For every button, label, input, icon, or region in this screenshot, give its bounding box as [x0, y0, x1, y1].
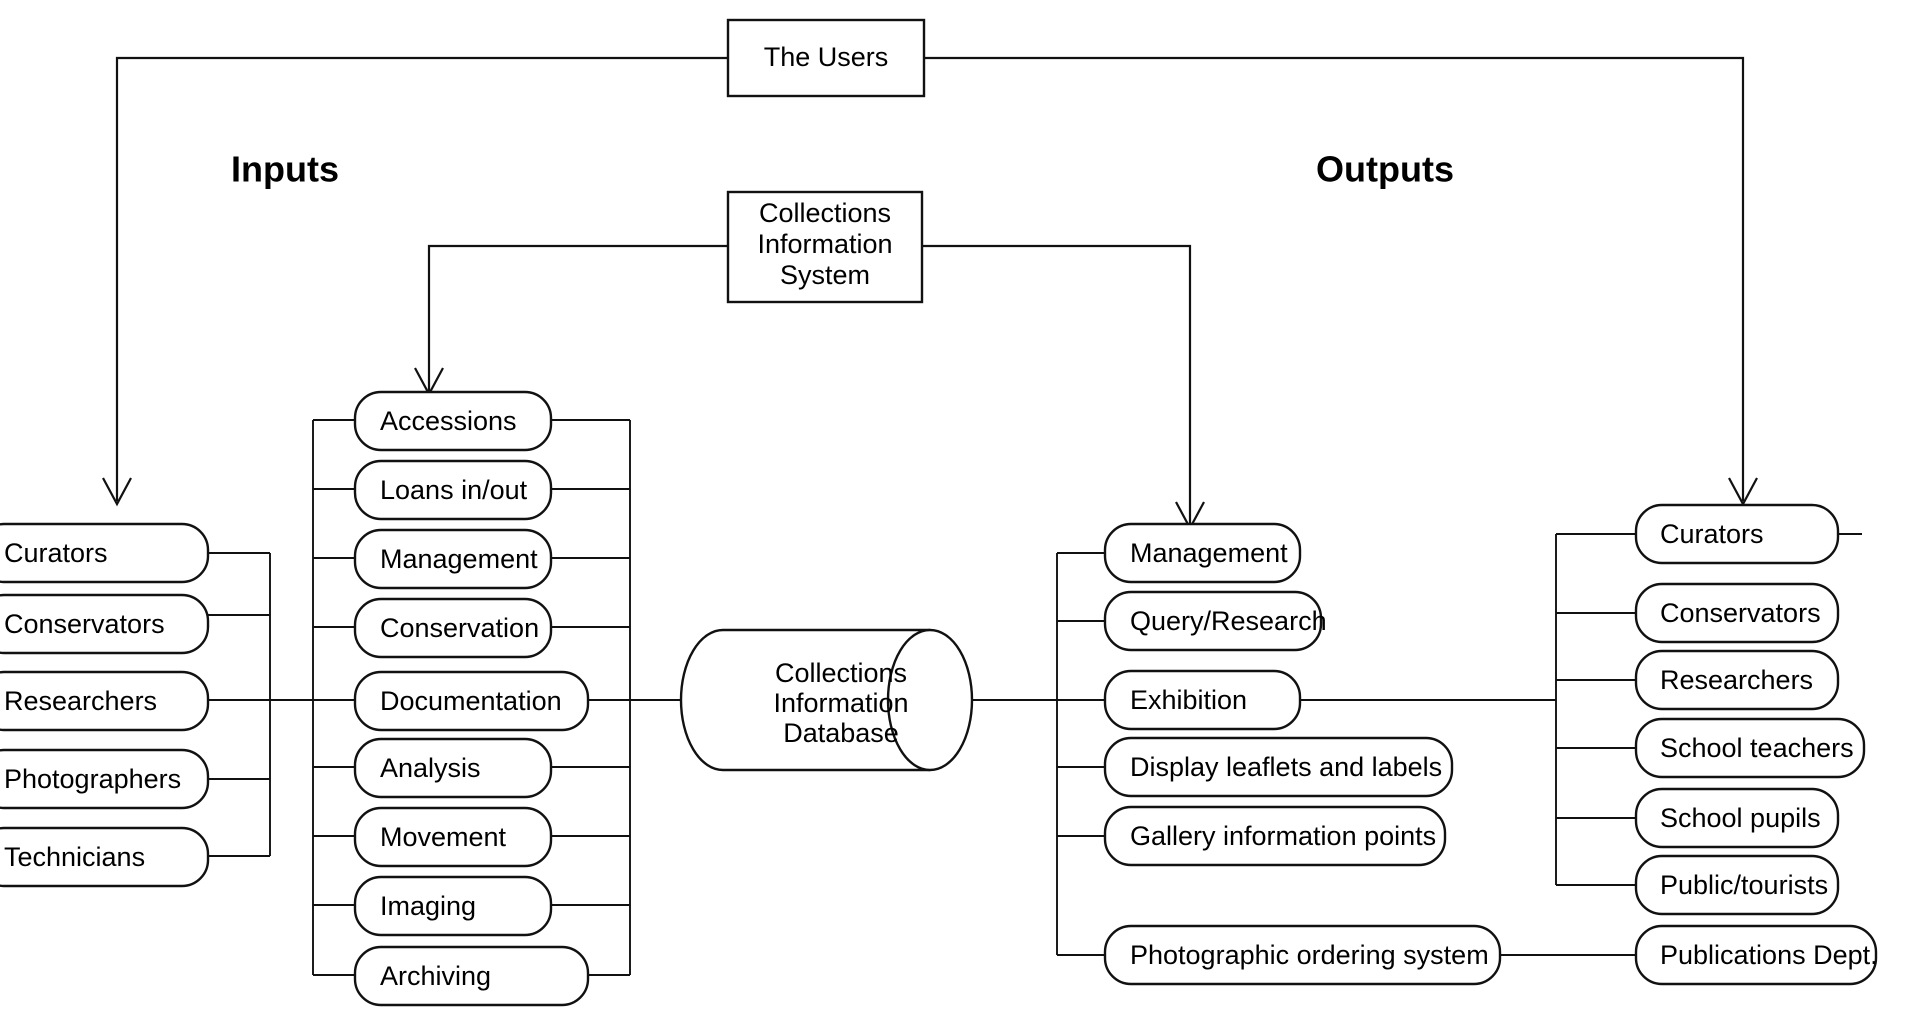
node-output-user[interactable]: Researchers: [1634, 649, 1840, 711]
heading-inputs: Inputs: [231, 149, 339, 190]
node-input-function-label: Analysis: [380, 753, 481, 783]
node-output-function[interactable]: Display leaflets and labels: [1103, 736, 1454, 798]
node-output-user-label: Conservators: [1660, 598, 1821, 628]
node-output-user-label: Curators: [1660, 519, 1764, 549]
node-output-user-label: School teachers: [1660, 733, 1854, 763]
node-system-line3: System: [780, 260, 870, 290]
node-output-user[interactable]: Public/tourists: [1634, 854, 1840, 916]
node-output-function[interactable]: Photographic ordering system: [1103, 924, 1502, 986]
node-output-function[interactable]: Exhibition: [1103, 669, 1302, 731]
node-database-line1: Collections: [775, 658, 907, 688]
node-input-function-label: Loans in/out: [380, 475, 528, 505]
node-input-function[interactable]: Loans in/out: [353, 459, 553, 521]
node-output-function[interactable]: Gallery information points: [1103, 805, 1447, 867]
node-the-users-label: The Users: [764, 42, 889, 72]
node-database-line2: Information: [773, 688, 908, 718]
node-input-function-label: Imaging: [380, 891, 476, 921]
node-output-user[interactable]: Publications Dept.: [1634, 924, 1878, 986]
node-output-user[interactable]: School teachers: [1634, 717, 1866, 779]
node-input-function-label: Documentation: [380, 686, 562, 716]
node-input-user-label: Curators: [4, 538, 108, 568]
node-input-function[interactable]: Archiving: [353, 945, 590, 1007]
node-output-function-label: Display leaflets and labels: [1130, 752, 1442, 782]
node-database-line3: Database: [783, 718, 899, 748]
node-output-user[interactable]: School pupils: [1634, 787, 1840, 849]
node-input-function-label: Archiving: [380, 961, 491, 991]
node-input-user-label: Technicians: [4, 842, 145, 872]
node-output-function-label: Query/Research: [1130, 606, 1327, 636]
node-input-function-label: Accessions: [380, 406, 517, 436]
node-input-function[interactable]: Imaging: [353, 875, 553, 937]
node-output-user[interactable]: Curators: [1634, 503, 1840, 565]
node-input-function[interactable]: Analysis: [353, 737, 553, 799]
node-system-line1: Collections: [759, 198, 891, 228]
node-input-function-label: Conservation: [380, 613, 539, 643]
node-input-function[interactable]: Movement: [353, 806, 553, 868]
node-output-user-label: School pupils: [1660, 803, 1821, 833]
node-input-user-label: Researchers: [4, 686, 157, 716]
node-input-user[interactable]: Technicians: [0, 826, 210, 888]
node-layer: Inputs Outputs The Users Collections Inf…: [0, 18, 1878, 1007]
node-input-function[interactable]: Conservation: [353, 597, 553, 659]
node-output-function-label: Management: [1130, 538, 1288, 568]
node-collections-information-system[interactable]: Collections Information System: [726, 190, 924, 304]
node-output-function-label: Exhibition: [1130, 685, 1247, 715]
flow-diagram-canvas: Inputs Outputs The Users Collections Inf…: [0, 0, 1913, 1012]
node-output-function-label: Gallery information points: [1130, 821, 1436, 851]
node-input-user-label: Conservators: [4, 609, 165, 639]
node-output-function[interactable]: Management: [1103, 522, 1302, 584]
node-input-user-label: Photographers: [4, 764, 181, 794]
node-input-user[interactable]: Photographers: [0, 748, 210, 810]
node-input-function-label: Movement: [380, 822, 507, 852]
node-input-function[interactable]: Accessions: [353, 390, 553, 452]
node-output-user-label: Publications Dept.: [1660, 940, 1878, 970]
node-the-users[interactable]: The Users: [726, 18, 926, 98]
node-output-user[interactable]: Conservators: [1634, 582, 1840, 644]
node-system-line2: Information: [757, 229, 892, 259]
node-input-user[interactable]: Curators: [0, 522, 210, 584]
node-input-user[interactable]: Conservators: [0, 593, 210, 655]
node-input-user[interactable]: Researchers: [0, 670, 210, 732]
node-collections-information-database[interactable]: Collections Information Database: [679, 628, 974, 772]
node-output-function[interactable]: Query/Research: [1103, 590, 1327, 652]
node-input-function[interactable]: Documentation: [353, 670, 590, 732]
node-output-function-label: Photographic ordering system: [1130, 940, 1489, 970]
heading-outputs: Outputs: [1316, 149, 1454, 190]
node-output-user-label: Researchers: [1660, 665, 1813, 695]
node-input-function-label: Management: [380, 544, 538, 574]
node-input-function[interactable]: Management: [353, 528, 553, 590]
node-output-user-label: Public/tourists: [1660, 870, 1828, 900]
